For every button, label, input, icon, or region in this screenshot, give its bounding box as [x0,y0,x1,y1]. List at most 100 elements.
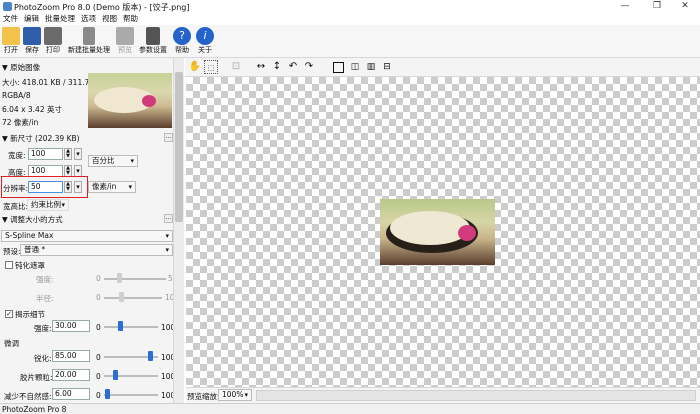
batch-label: 新建批量处理 [68,46,110,54]
original-mode: RGBA/8 [2,91,31,100]
strength-label: 强度: [36,275,54,284]
menu-batch[interactable]: 批量处理 [42,13,78,25]
fit-width-icon[interactable]: ↔ [254,60,268,74]
resolution-unit-dropdown[interactable]: 像素/in [88,181,136,193]
original-thumbnail [88,73,172,128]
grain-field[interactable]: 20.00 [52,369,90,381]
status-text: PhotoZoom Pro 8 [2,405,67,414]
sharp-thumb[interactable] [147,351,153,361]
open-button[interactable]: 打开 [2,26,20,57]
resolution-unit-toggle[interactable]: ▾ [74,181,82,193]
panel-scrollbar-thumb[interactable] [175,72,183,222]
resolution-field[interactable]: 50 [28,181,63,193]
crop-tool-icon[interactable]: ⊡ [229,60,243,74]
save-button[interactable]: 保存 [23,26,41,57]
about-button[interactable]: i 关于 [196,26,214,57]
single-view-icon[interactable] [333,62,344,73]
view-toolbar: ✋ ⬚ ⊡ ↔ ↕ ↶ ↷ ◫ ▥ ⊟ [185,58,700,77]
hand-tool-icon[interactable]: ✋ [188,60,202,74]
settings-button[interactable]: 参数设置 [137,26,169,57]
maximize-button[interactable]: ❐ [642,0,672,13]
window-title: PhotoZoom Pro 8.0 (Demo 版本) - [饺子.png] [14,3,190,12]
width-stepper[interactable]: ▲ ▼ [64,148,72,160]
rotate-left-icon[interactable]: ↶ [286,60,300,74]
folder-icon [2,27,20,45]
width-field[interactable]: 100 [28,148,63,160]
radius-slider-thumb[interactable] [119,292,124,302]
sharp-field[interactable]: 85.00 [52,350,90,362]
toolbar: 打开 保存 打印 新建批量处理 预览 参数设置 ? 帮助 i 关于 [0,25,700,58]
print-label: 打印 [46,46,60,54]
close-button[interactable]: ✕ [670,0,700,13]
zoom-label: 预览缩放: [187,392,220,401]
artifact-thumb[interactable] [105,389,111,399]
info-icon: i [196,27,214,45]
width-unit-toggle[interactable]: ▾ [74,148,82,160]
menu-view[interactable]: 视图 [99,13,120,25]
aspect-dropdown[interactable]: 约束比例 [27,199,69,211]
status-bar: PhotoZoom Pro 8 [0,403,700,414]
app-icon [3,2,12,11]
reveal-label: 揭示细节 [15,310,45,319]
original-dimensions: 6.04 x 3.42 英寸 [2,105,62,114]
sharpen-checkbox[interactable] [5,261,13,269]
grain-min: 0 [96,372,101,381]
marquee-tool-icon[interactable]: ⬚ [204,60,218,74]
horizontal-scrollbar[interactable] [256,390,696,401]
newsize-header-label: 新尺寸 (202.39 KB) [10,134,80,143]
resize-header-label: 调整大小的方式 [10,215,63,224]
panel-scrollbar[interactable] [173,58,184,403]
artifact-field[interactable]: 6.00 [52,388,90,400]
menu-edit[interactable]: 编辑 [21,13,42,25]
reveal-strength-thumb[interactable] [118,321,124,331]
reveal-strength-slider[interactable] [104,326,158,328]
zoom-dropdown[interactable]: 100% [218,389,252,401]
split-horizontal-icon[interactable]: ◫ [348,60,362,74]
fit-height-icon[interactable]: ↕ [270,60,284,74]
preview-image [380,199,495,265]
resize-more-button[interactable]: ... [164,214,173,223]
preview-icon [116,27,134,45]
menu-file[interactable]: 文件 [0,13,21,25]
original-header[interactable]: ▼ 原始图像 [2,62,40,73]
strength-slider-thumb[interactable] [117,273,122,283]
split-quad-icon[interactable]: ⊟ [380,60,394,74]
artifact-slider[interactable] [104,394,158,396]
view-bottom-bar: 预览缩放: 100% [186,387,700,403]
reveal-strength-field[interactable]: 30.00 [52,320,90,332]
help-label: 帮助 [175,46,189,54]
rotate-right-icon[interactable]: ↷ [302,60,316,74]
save-icon [23,27,41,45]
preset-label: 预设: [3,247,21,256]
settings-label: 参数设置 [139,46,167,54]
minimize-button[interactable]: — [610,0,640,13]
resolution-label: 分辨率: [3,184,29,193]
reveal-strength-label: 强度: [34,324,52,333]
reveal-checkbox[interactable]: ✓ [5,310,13,318]
newsize-header[interactable]: ▼ 新尺寸 (202.39 KB) [2,133,80,144]
preview-button[interactable]: 预览 [116,26,134,57]
resolution-stepper[interactable]: ▲ ▼ [64,181,72,193]
preview-label: 预览 [118,46,132,54]
sharpen-label: 钝化遮罩 [15,261,45,270]
open-label: 打开 [4,46,18,54]
reveal-strength-min: 0 [96,323,101,332]
menu-options[interactable]: 选项 [78,13,99,25]
grain-label: 胶片颗粒: [20,373,53,382]
split-vertical-icon[interactable]: ▥ [364,60,378,74]
print-button[interactable]: 打印 [44,26,62,57]
tools-icon [146,27,160,45]
size-unit-dropdown[interactable]: 百分比 [88,155,138,167]
radius-slider[interactable] [104,297,162,299]
preset-dropdown[interactable]: 普通 * [20,244,173,256]
method-dropdown[interactable]: S-Spline Max [1,230,173,242]
grain-thumb[interactable] [112,370,118,380]
resize-header[interactable]: ▼ 调整大小的方式 [2,214,63,225]
batch-button[interactable]: 新建批量处理 [66,26,112,57]
flower-shape [142,95,156,107]
strength-slider[interactable] [104,278,166,280]
help-button[interactable]: ? 帮助 [173,26,191,57]
newsize-more-button[interactable]: ... [164,133,173,142]
sharp-label: 锐化: [34,354,52,363]
menu-help[interactable]: 帮助 [120,13,141,25]
